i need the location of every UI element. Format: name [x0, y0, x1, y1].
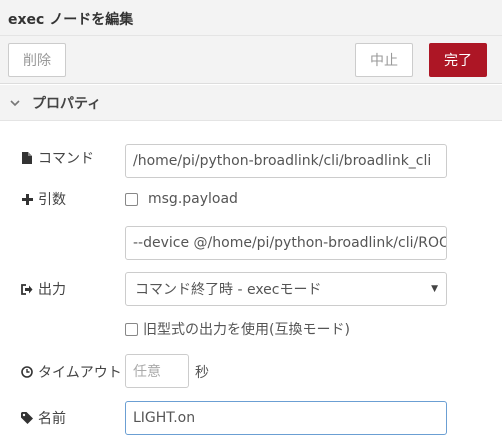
- args-input[interactable]: --device @/home/pi/python-broadlink/cli/…: [125, 226, 447, 260]
- timeout-input[interactable]: 任意: [125, 354, 189, 388]
- section-title: プロパティ: [32, 95, 102, 112]
- checkbox-box[interactable]: [125, 322, 138, 336]
- delete-button[interactable]: 削除: [8, 43, 66, 77]
- timeout-label: タイムアウト: [21, 362, 122, 382]
- tag-icon: [21, 412, 33, 424]
- cancel-button[interactable]: 中止: [355, 43, 413, 77]
- chevron-down-icon: [10, 96, 24, 110]
- plus-icon: [21, 193, 33, 205]
- command-input[interactable]: /home/pi/python-broadlink/cli/broadlink_…: [125, 144, 447, 178]
- timeout-unit: 秒: [195, 365, 209, 381]
- properties-section-header[interactable]: プロパティ: [0, 85, 502, 121]
- clock-icon: [21, 366, 33, 378]
- append-payload-checkbox[interactable]: msg.payload: [125, 191, 238, 207]
- tray-toolbar: 削除 中止 完了: [0, 36, 502, 84]
- command-label: コマンド: [21, 148, 94, 168]
- args-label: 引数: [21, 189, 66, 209]
- caret-down-icon: ▼: [431, 284, 438, 294]
- file-icon: [21, 152, 33, 164]
- output-label: 出力: [21, 279, 66, 299]
- legacy-output-checkbox[interactable]: 旧型式の出力を使用(互換モード): [125, 319, 350, 339]
- checkbox-box[interactable]: [125, 192, 138, 206]
- name-input[interactable]: LIGHT.on: [125, 401, 447, 435]
- output-mode-select[interactable]: コマンド終了時 - execモード ▼: [125, 272, 447, 306]
- done-button[interactable]: 完了: [429, 43, 487, 77]
- sign-out-icon: [21, 283, 33, 295]
- tray-header: exec ノードを編集: [0, 0, 502, 36]
- name-label: 名前: [21, 408, 66, 428]
- tray-title: exec ノードを編集: [8, 12, 134, 28]
